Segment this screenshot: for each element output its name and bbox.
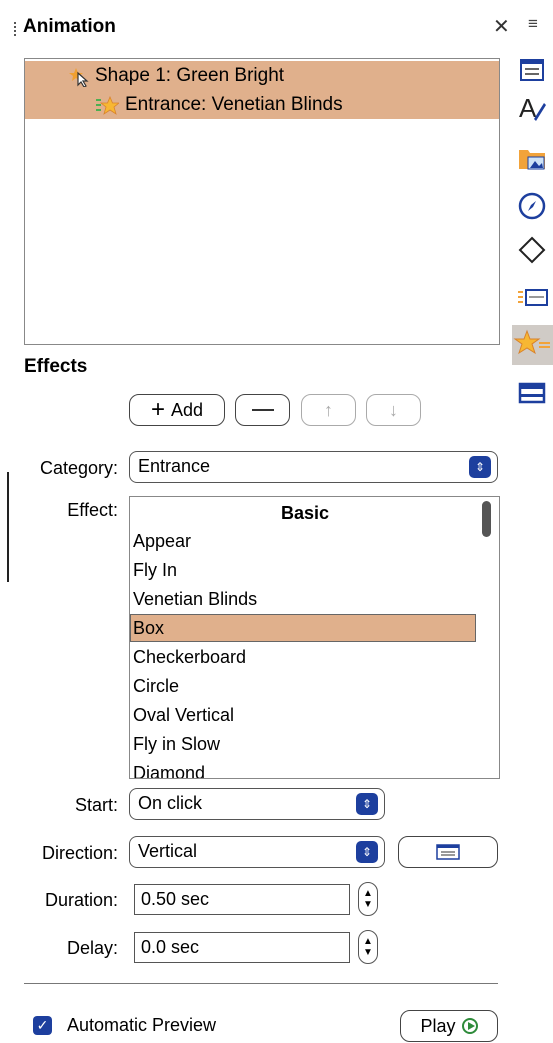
effects-heading: Effects [24, 356, 88, 377]
duration-label: Duration: [44, 890, 118, 910]
duration-stepper[interactable]: ▲ ▼ [358, 882, 378, 916]
list-item-label: Entrance: Venetian Blinds [125, 94, 343, 115]
delay-label: Delay: [66, 938, 118, 958]
menu-icon[interactable]: ≡ [528, 14, 538, 34]
direction-select[interactable]: Vertical ⇕ [129, 836, 385, 868]
animation-icon[interactable] [512, 325, 553, 365]
master-slides-icon[interactable] [516, 378, 548, 410]
shapes-icon[interactable] [516, 234, 548, 266]
add-effect-label: Add [170, 399, 204, 420]
start-label: Start: [74, 795, 118, 815]
list-item[interactable]: Appear [133, 527, 191, 555]
remove-effect-button[interactable] [235, 394, 290, 426]
shape-star-cursor-icon [69, 68, 89, 87]
automatic-preview-checkbox[interactable]: ✓ [33, 1016, 52, 1035]
start-select[interactable]: On click ⇕ [129, 788, 385, 820]
move-down-button[interactable]: ↓ [366, 394, 421, 426]
delay-field[interactable]: 0.0 sec [134, 932, 350, 963]
svg-text:A: A [519, 93, 537, 123]
spin-updown-icon: ⇕ [356, 793, 378, 815]
panel-grip[interactable] [14, 22, 18, 36]
effect-options-button[interactable] [398, 836, 498, 868]
list-item[interactable]: Fly In [133, 556, 177, 584]
animation-list[interactable]: Shape 1: Green Bright Entrance: Venetian… [24, 58, 500, 345]
automatic-preview-label: Automatic Preview [67, 1015, 217, 1035]
list-item[interactable]: Entrance: Venetian Blinds [25, 90, 499, 119]
effect-group-header: Basic [280, 503, 330, 523]
options-dialog-icon [436, 844, 460, 860]
list-item[interactable]: Box [133, 614, 164, 642]
chevron-up-icon[interactable]: ▲ [363, 936, 373, 947]
effect-list-scrollbar[interactable] [482, 501, 491, 537]
play-icon [461, 1018, 478, 1034]
arrow-down-icon: ↓ [389, 399, 398, 420]
play-label: Play [420, 1015, 456, 1036]
plus-icon: + [150, 396, 165, 423]
panel-title: Animation [23, 16, 116, 37]
direction-label: Direction: [41, 843, 118, 863]
minus-icon [251, 409, 274, 411]
category-select[interactable]: Entrance ⇕ [129, 451, 498, 483]
effect-label: Effect: [67, 500, 118, 520]
navigator-icon[interactable] [516, 190, 548, 222]
start-value: On click [138, 793, 203, 813]
properties-icon[interactable] [516, 54, 548, 86]
entrance-star-icon [96, 96, 119, 115]
window-edge-marker [7, 472, 9, 582]
gallery-icon[interactable] [516, 142, 548, 174]
spin-updown-icon: ⇕ [469, 456, 491, 478]
list-item[interactable]: Shape 1: Green Bright [25, 61, 499, 90]
list-item[interactable]: Oval Vertical [133, 701, 234, 729]
spin-updown-icon: ⇕ [356, 841, 378, 863]
add-effect-button[interactable]: + Add [129, 394, 225, 426]
category-value: Entrance [138, 456, 211, 476]
arrow-up-icon: ↑ [324, 399, 333, 420]
play-button[interactable]: Play [400, 1010, 498, 1042]
direction-value: Vertical [138, 841, 198, 861]
list-item[interactable]: Fly in Slow [133, 730, 220, 758]
list-item-label: Shape 1: Green Bright [95, 65, 285, 86]
list-item[interactable]: Circle [133, 672, 179, 700]
close-icon[interactable]: ✕ [493, 14, 510, 39]
category-label: Category: [39, 458, 118, 478]
delay-stepper[interactable]: ▲ ▼ [358, 930, 378, 964]
styles-icon[interactable]: A [516, 91, 548, 123]
divider [24, 983, 498, 984]
selected-effect-highlight [130, 614, 476, 642]
slide-transition-icon[interactable] [516, 282, 548, 314]
list-item[interactable]: Checkerboard [133, 643, 246, 671]
chevron-up-icon[interactable]: ▲ [363, 888, 373, 899]
effect-list[interactable]: Basic Appear Fly In Venetian Blinds Box … [129, 496, 500, 779]
move-up-button[interactable]: ↑ [301, 394, 356, 426]
chevron-down-icon[interactable]: ▼ [363, 947, 373, 958]
list-item[interactable]: Diamond [133, 759, 205, 778]
list-item[interactable]: Venetian Blinds [133, 585, 257, 613]
chevron-down-icon[interactable]: ▼ [363, 899, 373, 910]
duration-field[interactable]: 0.50 sec [134, 884, 350, 915]
